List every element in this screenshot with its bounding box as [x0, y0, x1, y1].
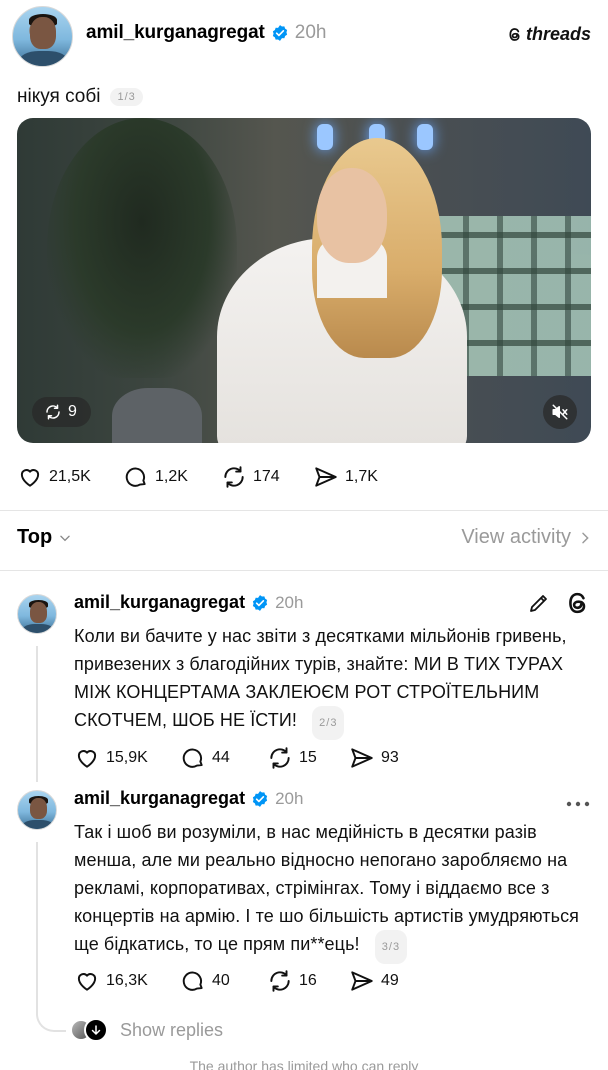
repost-icon — [270, 970, 290, 992]
reply-text-block: Так і шоб ви розуміли, в нас медійність … — [74, 818, 589, 964]
thread-line — [36, 842, 66, 1032]
author-avatar[interactable] — [12, 6, 73, 67]
video-frame-plant — [47, 118, 237, 378]
post-time: 20h — [294, 22, 327, 43]
video-frame-pot — [112, 388, 202, 443]
sort-row: Top View activity — [17, 526, 591, 549]
send-icon — [315, 467, 337, 487]
reply-pager: 3/3 — [374, 930, 408, 964]
show-replies-label: Show replies — [120, 1019, 224, 1040]
post-actions: 21,5K 1,2K 174 1,7K — [17, 464, 378, 490]
reply-avatars-stack — [70, 1018, 110, 1042]
post-pager: 1/3 — [110, 88, 143, 106]
share-button[interactable]: 93 — [349, 745, 399, 771]
reply-actions: 15,9K 44 15 93 — [74, 745, 399, 771]
reply-header: amil_kurganagregat 20h — [74, 592, 303, 613]
repost-button[interactable]: 15 — [267, 745, 349, 771]
threads-logo-icon — [509, 28, 520, 41]
comment-icon — [182, 748, 203, 768]
view-activity-link[interactable]: View activity — [461, 526, 591, 549]
reply-time: 20h — [275, 788, 304, 808]
chevron-down-icon — [60, 535, 70, 541]
arrow-down-icon — [84, 1018, 108, 1042]
speaker-muted-icon — [552, 404, 568, 420]
verified-badge-icon — [252, 790, 268, 807]
verified-badge-icon — [252, 594, 268, 611]
post-text: нікуя собі — [17, 86, 101, 107]
reply-actions: 16,3K 40 16 49 — [74, 968, 399, 994]
reply-restriction-note: The author has limited who can reply — [189, 1058, 419, 1070]
author-username[interactable]: amil_kurganagregat — [86, 22, 265, 44]
like-button[interactable]: 21,5K — [17, 464, 123, 490]
threads-brand-label: threads — [525, 24, 591, 44]
repost-button[interactable]: 174 — [221, 464, 313, 490]
like-count: 21,5K — [49, 468, 91, 485]
repost-icon — [224, 466, 244, 488]
reply-avatar[interactable] — [17, 790, 57, 830]
like-count: 16,3K — [106, 972, 148, 989]
verified-badge-icon — [272, 25, 287, 41]
repost-count: 15 — [299, 749, 317, 766]
like-button[interactable]: 15,9K — [74, 745, 180, 771]
pencil-edit-icon[interactable] — [527, 591, 551, 615]
share-count: 93 — [381, 749, 399, 766]
threads-icon[interactable] — [565, 590, 591, 616]
comment-icon — [182, 971, 203, 991]
repost-count: 16 — [299, 972, 317, 989]
post-video[interactable]: 9 — [17, 118, 591, 443]
divider — [0, 570, 608, 571]
send-icon — [351, 971, 373, 991]
video-repost-count: 9 — [68, 403, 77, 420]
share-button[interactable]: 49 — [349, 968, 399, 994]
heart-icon — [77, 973, 97, 991]
reply-text: Так і шоб ви розуміли, в нас медійність … — [74, 822, 580, 954]
repost-icon — [46, 404, 60, 420]
more-options-button[interactable] — [566, 795, 590, 813]
comment-button[interactable]: 40 — [180, 968, 267, 994]
reply-time: 20h — [275, 592, 304, 612]
repost-button[interactable]: 16 — [267, 968, 349, 994]
sort-dropdown[interactable]: Top — [17, 526, 72, 549]
divider — [0, 510, 608, 511]
comment-count: 40 — [212, 972, 230, 989]
reply-header: amil_kurganagregat 20h — [74, 788, 303, 809]
heart-icon — [77, 750, 97, 768]
reply-username[interactable]: amil_kurganagregat — [74, 592, 245, 613]
thread-line — [36, 646, 38, 782]
sort-label: Top — [17, 526, 53, 548]
reply-text-block: Коли ви бачите у нас звіти з десятками м… — [74, 622, 584, 740]
heart-icon — [20, 469, 40, 487]
chevron-right-icon — [582, 532, 589, 543]
show-replies-link[interactable]: Show replies — [70, 1018, 223, 1042]
post-caption: нікуя собі 1/3 — [17, 86, 143, 108]
video-repost-badge[interactable]: 9 — [32, 397, 91, 427]
post-header: amil_kurganagregat 20h — [86, 22, 326, 44]
share-count: 49 — [381, 972, 399, 989]
view-activity-label: View activity — [461, 526, 571, 548]
reply-tools — [527, 590, 591, 616]
like-count: 15,9K — [106, 749, 148, 766]
like-button[interactable]: 16,3K — [74, 968, 180, 994]
share-button[interactable]: 1,7K — [313, 464, 378, 490]
more-dots-icon — [566, 801, 590, 807]
repost-count: 174 — [253, 468, 280, 485]
comment-icon — [125, 467, 146, 487]
comment-button[interactable]: 44 — [180, 745, 267, 771]
comment-button[interactable]: 1,2K — [123, 464, 221, 490]
share-count: 1,7K — [345, 468, 378, 485]
comment-count: 1,2K — [155, 468, 188, 485]
reply-avatar[interactable] — [17, 594, 57, 634]
comment-count: 44 — [212, 749, 230, 766]
mute-button[interactable] — [543, 395, 577, 429]
reply-pager: 2/3 — [312, 706, 345, 740]
threads-logo: threads — [507, 24, 591, 45]
reply-username[interactable]: amil_kurganagregat — [74, 788, 245, 809]
repost-icon — [270, 747, 290, 769]
send-icon — [351, 748, 373, 768]
